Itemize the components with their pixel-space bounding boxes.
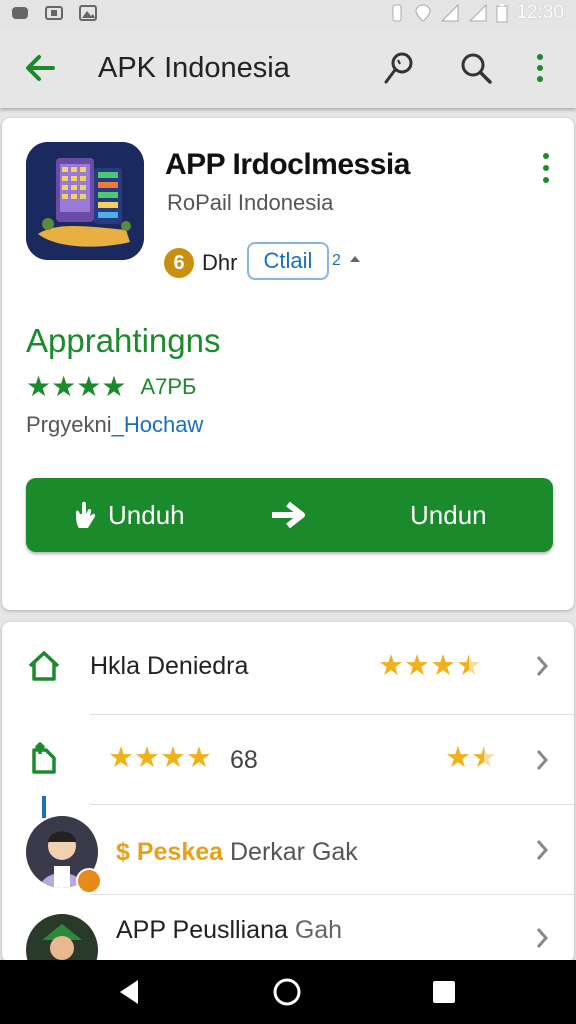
list-item-title: Hkla Deniedra bbox=[90, 652, 249, 680]
coin-value: 6 bbox=[173, 251, 185, 274]
pin-button[interactable] bbox=[378, 48, 418, 88]
app-header-card: APP Irdoclmessia RoPail Indonesia 6 Dhr … bbox=[2, 118, 574, 610]
image-icon bbox=[45, 6, 63, 20]
title-accent: $ Peskea bbox=[116, 838, 224, 866]
star-icon: ★ bbox=[101, 371, 127, 402]
app-bar: APK Indonesia bbox=[0, 28, 576, 108]
coin-label: Dhr bbox=[202, 250, 238, 275]
caret-up-icon[interactable] bbox=[350, 256, 360, 262]
chevron-right-icon bbox=[536, 656, 549, 676]
download-label-secondary: Undun bbox=[410, 500, 487, 530]
detail-chip-label: Ctlail bbox=[263, 248, 313, 273]
chevron-right-icon bbox=[536, 928, 549, 948]
star-icon: ★ bbox=[160, 742, 186, 774]
vibrate-icon bbox=[392, 4, 402, 22]
location-icon bbox=[415, 4, 431, 22]
app-name: APP Irdoclmessia bbox=[165, 148, 410, 181]
section-title: Apprahtingns bbox=[26, 322, 221, 359]
chevron-right-icon bbox=[536, 840, 549, 860]
title-suffix: Gah bbox=[287, 916, 343, 944]
list-item-title: $ Peskea Derkar Gak bbox=[116, 838, 358, 867]
photo-icon bbox=[79, 5, 97, 21]
status-bar: 12:30 bbox=[0, 0, 576, 28]
back-nav-icon[interactable] bbox=[114, 976, 146, 1008]
list-item-title: APP Peuslliana Gah bbox=[116, 916, 342, 945]
details-list-card: Hkla Deniedra ★ ★ ★ ★ ★ ★ ★ ★ 68 ★ ★ $ P… bbox=[2, 622, 574, 986]
download-button[interactable]: Unduh Undun bbox=[26, 478, 553, 552]
search-button[interactable] bbox=[456, 48, 496, 88]
status-time: 12:30 bbox=[516, 2, 564, 23]
developer-name[interactable]: RoPail Indonesia bbox=[167, 190, 333, 216]
app-logo-icon bbox=[26, 142, 144, 260]
star-icon: ★ bbox=[186, 742, 212, 774]
home-nav-icon[interactable] bbox=[271, 976, 303, 1008]
hand-icon bbox=[76, 501, 96, 528]
back-button[interactable] bbox=[20, 48, 60, 88]
scroll-marker bbox=[42, 796, 46, 818]
language-row: Prgyekni_Hochaw bbox=[26, 412, 203, 438]
star-half-icon: ★ bbox=[456, 650, 482, 682]
app-more-icon[interactable] bbox=[538, 150, 554, 190]
more-button[interactable] bbox=[520, 48, 560, 88]
language-link[interactable]: _Hochaw bbox=[112, 412, 204, 437]
chip-suffix: 2 bbox=[332, 252, 341, 269]
star-icon: ★ bbox=[430, 650, 456, 682]
recents-nav-icon[interactable] bbox=[428, 976, 460, 1008]
star-icon: ★ bbox=[51, 371, 77, 402]
list-item[interactable]: ★ ★ ★ ★ 68 ★ ★ bbox=[2, 716, 574, 806]
language-prefix: Prgyekni bbox=[26, 412, 112, 437]
detail-chip[interactable]: Ctlail bbox=[247, 242, 329, 280]
star-icon: ★ bbox=[134, 742, 160, 774]
star-icon: ★ bbox=[404, 650, 430, 682]
app-bar-title: APK Indonesia bbox=[98, 52, 290, 84]
star-icon: ★ bbox=[76, 371, 102, 402]
pin-icon bbox=[384, 52, 413, 84]
star-icon: ★ bbox=[445, 742, 471, 774]
search-icon bbox=[461, 53, 492, 84]
rating-stars-secondary: ★ ★ bbox=[445, 744, 497, 773]
download-label: Unduh bbox=[108, 500, 185, 530]
chevron-right-icon bbox=[536, 750, 549, 770]
rating-stars: ★ ★ ★ ★ bbox=[108, 744, 212, 773]
notification-icon bbox=[12, 7, 28, 19]
divider bbox=[90, 804, 574, 805]
rating-row: ★ ★ ★ ★ A7PБ bbox=[26, 373, 196, 401]
coin-badge: 6 bbox=[164, 248, 194, 278]
navigation-bar bbox=[0, 960, 576, 1024]
arrow-left-icon bbox=[26, 55, 55, 81]
divider bbox=[90, 894, 574, 895]
home-icon bbox=[28, 651, 60, 681]
list-item[interactable]: $ Peskea Derkar Gak bbox=[2, 796, 574, 896]
more-vert-icon bbox=[537, 54, 543, 82]
wifi-icon bbox=[441, 3, 459, 22]
rating-stars: ★ ★ ★ ★ bbox=[378, 652, 482, 681]
rating-count: 68 bbox=[230, 746, 258, 774]
signal-icon bbox=[469, 3, 487, 22]
upload-icon bbox=[32, 742, 56, 774]
title-main: APP Peuslliana bbox=[116, 916, 288, 944]
rating-text: A7PБ bbox=[140, 374, 197, 399]
arrow-right-icon bbox=[272, 501, 305, 529]
battery-icon bbox=[496, 4, 508, 23]
star-icon: ★ bbox=[108, 742, 134, 774]
star-icon: ★ bbox=[378, 650, 404, 682]
verified-badge bbox=[76, 868, 102, 894]
title-rest: Derkar Gak bbox=[223, 838, 358, 866]
app-icon[interactable] bbox=[26, 142, 144, 260]
star-half-icon: ★ bbox=[471, 742, 497, 774]
divider bbox=[90, 714, 574, 715]
list-item[interactable]: Hkla Deniedra ★ ★ ★ ★ bbox=[2, 622, 574, 712]
star-icon: ★ bbox=[26, 371, 52, 402]
